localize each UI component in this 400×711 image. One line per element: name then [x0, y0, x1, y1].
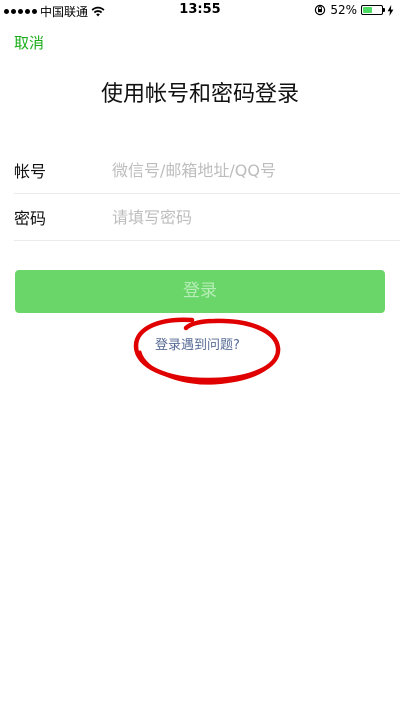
cancel-button[interactable]: 取消: [14, 32, 44, 53]
status-bar: 中国联通 13:55 52%: [0, 0, 400, 20]
battery-fill: [363, 7, 372, 13]
login-help-link[interactable]: 登录遇到问题?: [155, 334, 240, 353]
charging-bolt-icon: [387, 4, 394, 16]
password-row: 密码: [14, 194, 400, 241]
account-input[interactable]: [112, 160, 372, 180]
page-title: 使用帐号和密码登录: [100, 82, 299, 107]
password-label: 密码: [14, 209, 47, 228]
orientation-lock-icon: [315, 4, 326, 16]
account-label: 帐号: [14, 162, 47, 181]
battery-icon: [361, 5, 385, 15]
password-input[interactable]: [112, 207, 372, 227]
battery-percent: 52%: [330, 3, 357, 17]
account-row: 帐号: [14, 147, 400, 194]
status-right: 52%: [314, 3, 394, 17]
login-button[interactable]: 登录: [15, 270, 385, 313]
